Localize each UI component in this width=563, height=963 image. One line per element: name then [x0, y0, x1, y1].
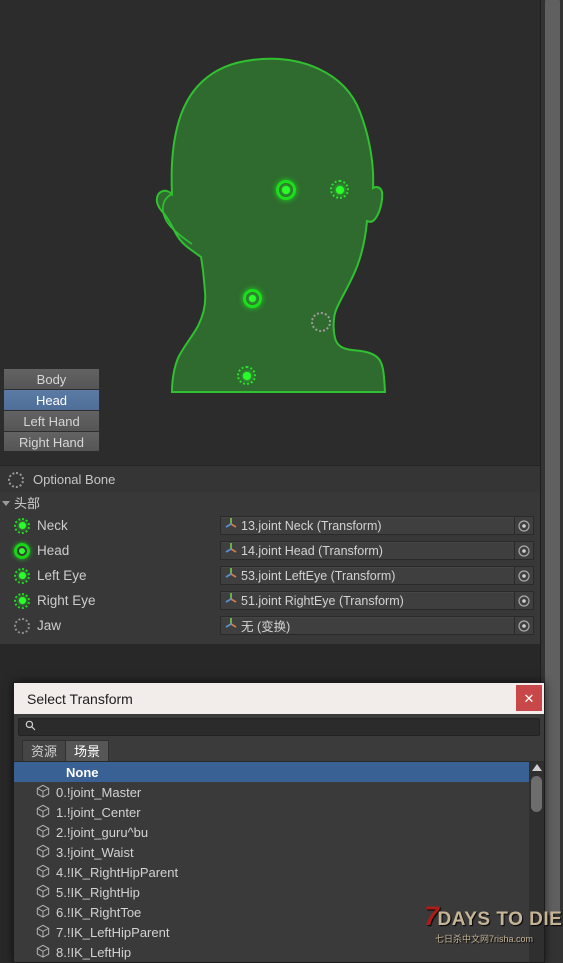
optional-bone-label: Optional Bone	[33, 472, 116, 487]
bone-field-text-left-eye: 53.joint LeftEye (Transform)	[241, 568, 396, 583]
search-icon	[25, 718, 36, 736]
dialog-tab-bar: 资源 场景	[14, 739, 544, 762]
list-item[interactable]: 0.!joint_Master	[14, 782, 544, 802]
transform-list[interactable]: None 0.!joint_Master 1.!joint_Center 2.!…	[14, 762, 544, 962]
dialog-list-scrollbar[interactable]	[529, 762, 544, 962]
dotted-ring-icon	[8, 471, 24, 488]
bone-label-head: Head	[37, 543, 70, 558]
list-item[interactable]: 8.!IK_LeftHip	[14, 942, 544, 962]
bone-field-jaw[interactable]: 无 (变换)	[220, 616, 520, 635]
bone-row-jaw: Jaw 无 (变换)	[0, 613, 541, 638]
select-object-button-left-eye[interactable]	[514, 566, 534, 585]
bone-row-head: Head 14.joint Head (Transform)	[0, 538, 541, 563]
bone-status-icon-assigned	[14, 567, 30, 584]
bone-group-header[interactable]: 头部	[0, 492, 541, 513]
gameobject-cube-icon	[36, 904, 50, 921]
dialog-search-bar	[14, 714, 544, 739]
bone-field-right-eye[interactable]: 51.joint RightEye (Transform)	[220, 591, 520, 610]
list-item[interactable]: 1.!joint_Center	[14, 802, 544, 822]
list-item-label: 4.!IK_RightHipParent	[56, 864, 179, 880]
bone-field-head[interactable]: 14.joint Head (Transform)	[220, 541, 520, 560]
bone-row-neck: Neck 13.joint Neck (Transform)	[0, 513, 541, 538]
search-input[interactable]	[40, 720, 539, 733]
body-part-button-right-hand[interactable]: Right Hand	[3, 431, 100, 452]
avatar-humanoid-view[interactable]: Body Head Left Hand Right Hand	[0, 0, 541, 465]
gameobject-cube-icon	[36, 824, 50, 841]
bone-group-label: 头部	[14, 496, 41, 511]
list-item[interactable]: 5.!IK_RightHip	[14, 882, 544, 902]
select-object-button-neck[interactable]	[514, 516, 534, 535]
list-item[interactable]: 6.!IK_RightToe	[14, 902, 544, 922]
marker-left-eye[interactable]	[330, 180, 349, 199]
tab-scene[interactable]: 场景	[65, 740, 110, 761]
bone-status-icon-assigned	[14, 592, 30, 609]
transform-axis-icon	[224, 566, 238, 585]
dialog-scrollbar-thumb[interactable]	[531, 776, 542, 812]
list-item[interactable]: 3.!joint_Waist	[14, 842, 544, 862]
list-item-label: None	[66, 764, 99, 780]
bone-label-jaw: Jaw	[37, 618, 62, 633]
gameobject-cube-icon	[36, 784, 50, 801]
body-part-button-left-hand[interactable]: Left Hand	[3, 410, 100, 431]
gameobject-cube-icon	[36, 884, 50, 901]
bone-field-text-right-eye: 51.joint RightEye (Transform)	[241, 593, 404, 608]
close-icon[interactable]: ✕	[516, 685, 542, 711]
marker-jaw[interactable]	[311, 312, 331, 332]
gameobject-cube-icon	[36, 924, 50, 941]
list-item[interactable]: 7.!IK_LeftHipParent	[14, 922, 544, 942]
tab-assets[interactable]: 资源	[22, 740, 67, 761]
bone-field-left-eye[interactable]: 53.joint LeftEye (Transform)	[220, 566, 520, 585]
scrollbar-thumb[interactable]	[545, 0, 560, 915]
dialog-titlebar[interactable]: Select Transform ✕	[14, 683, 544, 714]
bone-field-text-jaw: 无 (变换)	[241, 620, 291, 634]
body-part-button-head[interactable]: Head	[3, 389, 100, 410]
gameobject-cube-icon	[36, 804, 50, 821]
optional-bone-legend: Optional Bone	[0, 465, 541, 493]
gameobject-cube-icon	[36, 864, 50, 881]
body-part-selector[interactable]: Body Head Left Hand Right Hand	[3, 368, 100, 452]
bone-field-text-head: 14.joint Head (Transform)	[241, 543, 383, 558]
bone-row-right-eye: Right Eye 51.joint RightEye (Transform)	[0, 588, 541, 613]
marker-neck[interactable]	[243, 289, 262, 308]
search-field-wrapper[interactable]	[18, 717, 540, 736]
body-part-button-body[interactable]: Body	[3, 368, 100, 389]
select-object-button-right-eye[interactable]	[514, 591, 534, 610]
transform-axis-icon	[224, 616, 238, 635]
list-item-label: 3.!joint_Waist	[56, 844, 134, 860]
bone-status-icon-empty	[14, 617, 30, 634]
list-item-none[interactable]: None	[14, 762, 544, 782]
transform-axis-icon	[224, 541, 238, 560]
list-item-label: 8.!IK_LeftHip	[56, 944, 132, 960]
bone-field-neck[interactable]: 13.joint Neck (Transform)	[220, 516, 520, 535]
list-item[interactable]: 4.!IK_RightHipParent	[14, 862, 544, 882]
marker-right-eye[interactable]	[237, 366, 256, 385]
list-item[interactable]: 2.!joint_guru^bu	[14, 822, 544, 842]
bone-row-left-eye: Left Eye 53.joint LeftEye (Transform)	[0, 563, 541, 588]
bone-label-left-eye: Left Eye	[37, 568, 87, 583]
bone-status-icon-assigned	[14, 517, 30, 534]
list-item-label: 6.!IK_RightToe	[56, 904, 142, 920]
scroll-up-arrow-icon[interactable]	[532, 764, 542, 771]
list-item-label: 5.!IK_RightHip	[56, 884, 140, 900]
marker-head[interactable]	[276, 180, 296, 200]
list-item-label: 0.!joint_Master	[56, 784, 142, 800]
transform-axis-icon	[224, 591, 238, 610]
bone-field-text-neck: 13.joint Neck (Transform)	[241, 518, 382, 533]
bone-label-right-eye: Right Eye	[37, 593, 96, 608]
select-transform-dialog: Select Transform ✕ 资源 场景 None 0.!joint_M…	[13, 682, 545, 963]
select-object-button-head[interactable]	[514, 541, 534, 560]
bone-label-neck: Neck	[37, 518, 68, 533]
gameobject-cube-icon	[36, 844, 50, 861]
bone-status-icon-selected	[14, 542, 30, 559]
list-item-label: 2.!joint_guru^bu	[56, 824, 149, 840]
dialog-title: Select Transform	[27, 690, 133, 707]
bone-mapping-list: 头部 Neck 13.joint Neck (Transform) Head 1…	[0, 492, 541, 644]
chevron-down-icon[interactable]	[2, 501, 10, 506]
list-item-label: 1.!joint_Center	[56, 804, 141, 820]
transform-axis-icon	[224, 516, 238, 535]
select-object-button-jaw[interactable]	[514, 616, 534, 635]
list-item-label: 7.!IK_LeftHipParent	[56, 924, 170, 940]
gameobject-cube-icon	[36, 944, 50, 961]
